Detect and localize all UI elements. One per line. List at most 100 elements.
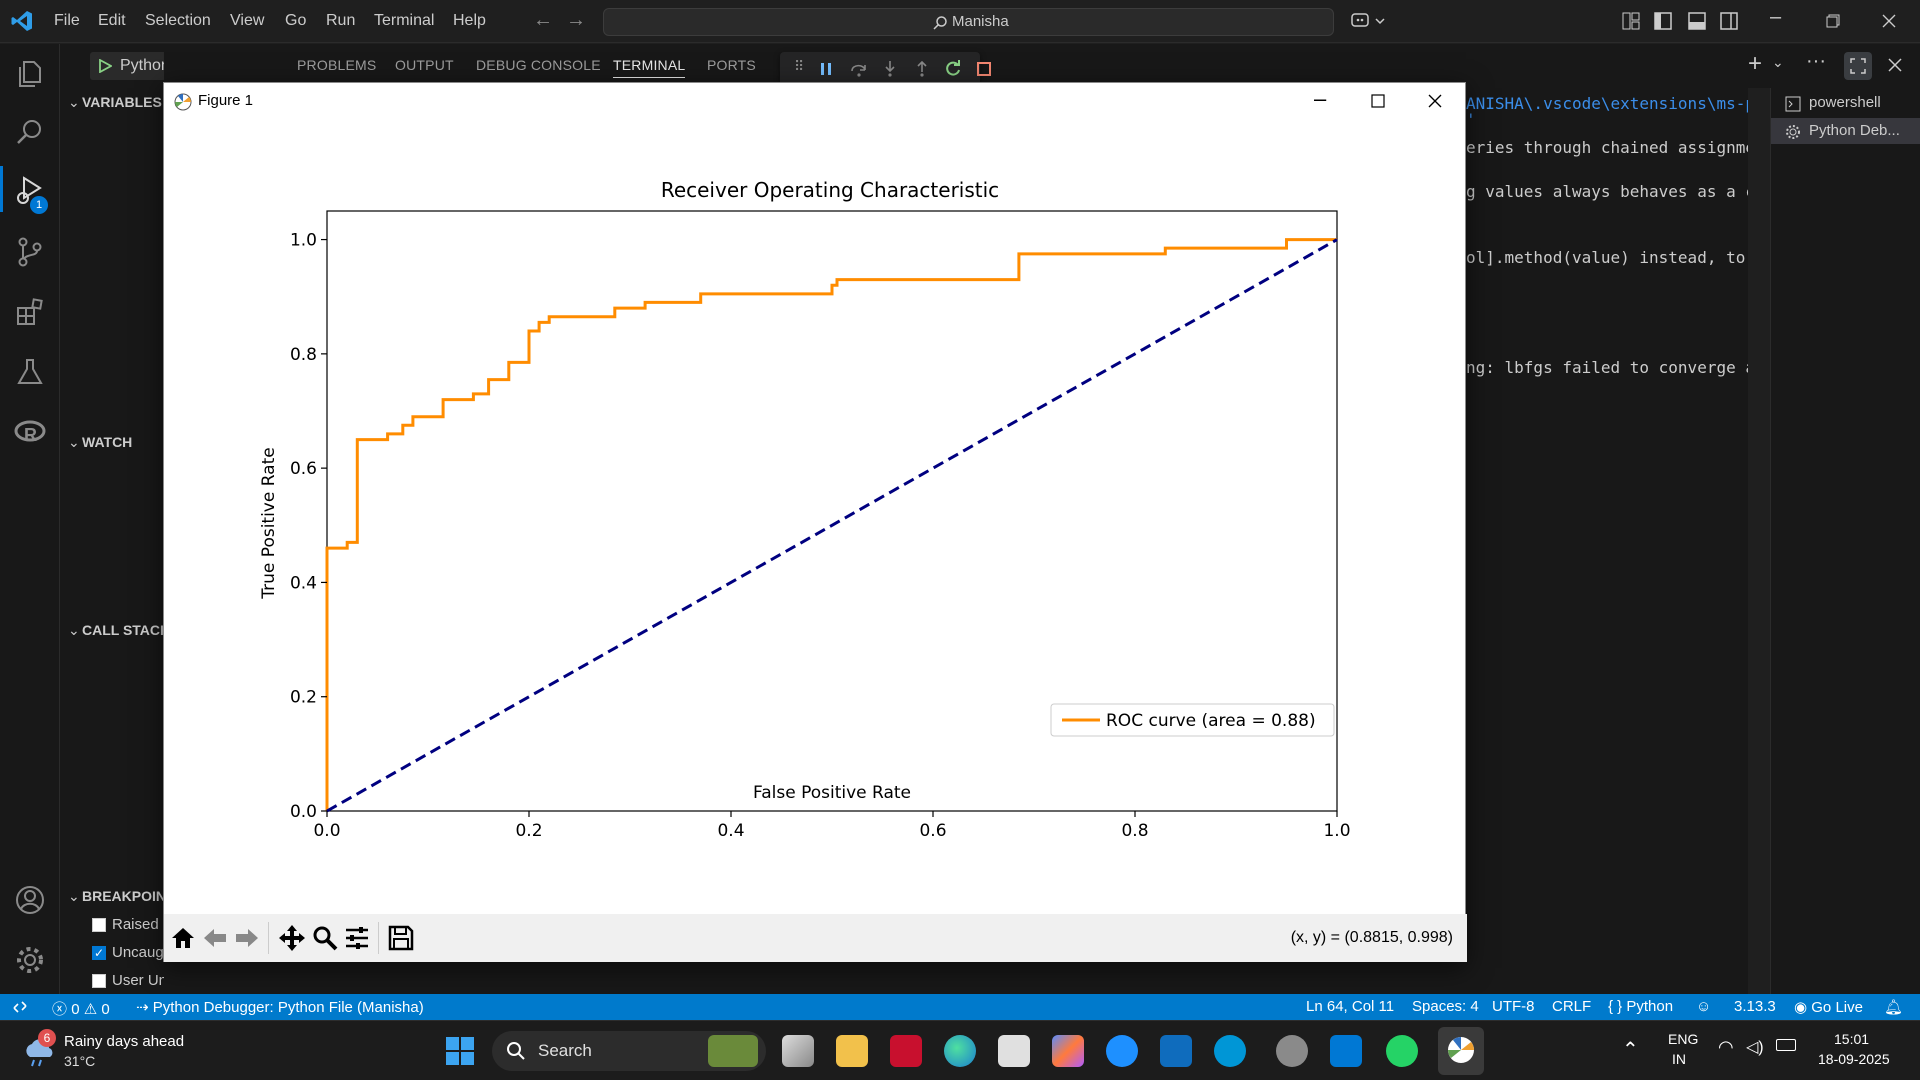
- tab-output[interactable]: OUTPUT: [395, 57, 454, 73]
- extensions-icon[interactable]: [14, 296, 46, 328]
- figure-minimize-button[interactable]: –: [1314, 86, 1326, 112]
- indentation-status[interactable]: Spaces: 4: [1412, 998, 1479, 1015]
- stop-icon[interactable]: [976, 61, 992, 77]
- breakpoints-section-header[interactable]: ⌄ BREAKPOIN: [68, 888, 166, 905]
- step-into-icon[interactable]: [882, 60, 898, 78]
- problems-status[interactable]: ⓧ 0 ⚠ 0: [52, 998, 110, 1019]
- home-icon[interactable]: [170, 926, 196, 950]
- step-over-icon[interactable]: [850, 61, 868, 77]
- hp-icon[interactable]: [1214, 1035, 1246, 1067]
- breakpoint-checkbox[interactable]: [92, 918, 106, 932]
- configure-subplots-icon[interactable]: [344, 925, 370, 951]
- matplotlib-taskbar-button-active[interactable]: [1438, 1027, 1484, 1075]
- call-stack-section-header[interactable]: ⌄ CALL STACK: [68, 622, 170, 639]
- customize-layout-icon[interactable]: [1622, 12, 1640, 30]
- whatsapp-icon[interactable]: [1386, 1035, 1418, 1067]
- accounts-icon[interactable]: [14, 884, 46, 916]
- menu-selection[interactable]: Selection: [145, 12, 211, 30]
- tab-ports[interactable]: PORTS: [707, 57, 756, 73]
- restart-icon[interactable]: [944, 60, 962, 78]
- new-terminal-plus-icon[interactable]: +: [1748, 50, 1762, 78]
- mcafee-icon[interactable]: [890, 1035, 922, 1067]
- python-version-status[interactable]: 3.13.3: [1734, 998, 1776, 1015]
- debug-target-status[interactable]: ⇢ Python Debugger: Python File (Manisha): [136, 998, 424, 1016]
- start-debugging-icon[interactable]: [98, 59, 112, 73]
- watch-section-header[interactable]: ⌄ WATCH: [68, 434, 132, 451]
- toggle-secondary-sidebar-icon[interactable]: [1720, 12, 1738, 30]
- remote-indicator-icon[interactable]: [12, 999, 28, 1015]
- menu-terminal[interactable]: Terminal: [374, 12, 434, 30]
- minimize-window-button[interactable]: –: [1770, 6, 1781, 29]
- language-top[interactable]: ENG: [1668, 1031, 1698, 1047]
- breakpoint-checkbox-checked[interactable]: ✓: [92, 946, 106, 960]
- notifications-bell-icon[interactable]: 🔔︎: [1884, 998, 1903, 1016]
- terminal-session-item[interactable]: powershell: [1771, 90, 1920, 116]
- forward-arrow-icon[interactable]: →: [566, 9, 586, 32]
- tab-problems[interactable]: PROBLEMS: [297, 57, 376, 73]
- zoom-magnifier-icon[interactable]: [312, 925, 338, 951]
- testing-flask-icon[interactable]: [14, 356, 46, 388]
- save-floppy-icon[interactable]: [388, 925, 414, 951]
- drag-handle-icon[interactable]: ⠿: [794, 58, 804, 75]
- more-actions-icon[interactable]: ···: [1806, 50, 1826, 73]
- step-out-icon[interactable]: [914, 60, 930, 78]
- microsoft-store-icon[interactable]: [998, 1035, 1030, 1067]
- go-live-status[interactable]: ◉ Go Live: [1794, 998, 1863, 1016]
- language-mode-status[interactable]: { } Python: [1608, 998, 1673, 1015]
- chevron-down-icon[interactable]: ⌄: [1772, 54, 1784, 71]
- forward-arrow-icon[interactable]: [234, 926, 260, 950]
- back-arrow-icon[interactable]: [202, 926, 228, 950]
- figure-close-button[interactable]: [1428, 94, 1442, 108]
- weather-widget[interactable]: 6 Rainy days ahead 31°C: [22, 1029, 262, 1073]
- chevron-up-icon[interactable]: ⌃: [1622, 1037, 1639, 1062]
- source-control-icon[interactable]: [14, 236, 46, 268]
- menu-run[interactable]: Run: [326, 12, 355, 30]
- windows-start-icon[interactable]: [444, 1035, 476, 1067]
- cursor-position-status[interactable]: Ln 64, Col 11: [1306, 998, 1394, 1015]
- variables-section-header[interactable]: ⌄ VARIABLES: [68, 94, 162, 111]
- menu-edit[interactable]: Edit: [98, 12, 126, 30]
- command-center-search[interactable]: Manisha: [603, 8, 1334, 36]
- back-arrow-icon[interactable]: ←: [533, 9, 553, 32]
- search-icon[interactable]: [14, 116, 46, 148]
- clock-date[interactable]: 18-09-2025: [1818, 1051, 1890, 1067]
- explorer-icon[interactable]: [14, 58, 46, 90]
- volume-icon[interactable]: ◁): [1746, 1037, 1764, 1057]
- eol-status[interactable]: CRLF: [1552, 998, 1591, 1015]
- copilot-status-icon[interactable]: ☺: [1696, 998, 1711, 1015]
- settings-gear-icon[interactable]: [1276, 1035, 1308, 1067]
- wifi-icon[interactable]: ◠: [1718, 1037, 1734, 1058]
- battery-icon[interactable]: [1776, 1039, 1796, 1051]
- restore-window-button[interactable]: [1826, 14, 1840, 28]
- tab-terminal[interactable]: TERMINAL: [613, 57, 686, 78]
- breakpoint-checkbox[interactable]: [92, 974, 106, 988]
- close-window-button[interactable]: [1882, 14, 1896, 28]
- task-view-icon[interactable]: [782, 1035, 814, 1067]
- copilot-icon[interactable]: [1350, 11, 1386, 31]
- toggle-panel-icon[interactable]: [1688, 12, 1706, 30]
- clock-time[interactable]: 15:01: [1834, 1031, 1869, 1047]
- taskbar-search-box[interactable]: Search: [492, 1031, 766, 1071]
- menu-file[interactable]: File: [54, 12, 80, 30]
- r-language-icon[interactable]: R: [14, 416, 46, 448]
- encoding-status[interactable]: UTF-8: [1492, 998, 1535, 1015]
- menu-view[interactable]: View: [230, 12, 264, 30]
- edge-browser-icon[interactable]: [944, 1035, 976, 1067]
- terminal-session-item-active[interactable]: Python Deb...: [1771, 118, 1920, 144]
- menu-help[interactable]: Help: [453, 12, 486, 30]
- gear-icon[interactable]: [14, 944, 46, 976]
- toggle-primary-sidebar-icon[interactable]: [1654, 12, 1672, 30]
- menu-go[interactable]: Go: [285, 12, 306, 30]
- vscode-taskbar-icon[interactable]: [1330, 1035, 1362, 1067]
- maximize-panel-button[interactable]: [1844, 52, 1872, 80]
- outlook-icon[interactable]: [1160, 1035, 1192, 1067]
- pan-move-icon[interactable]: [278, 924, 306, 952]
- get-help-icon[interactable]: [1106, 1035, 1138, 1067]
- close-panel-icon[interactable]: [1888, 58, 1902, 72]
- tab-debug-console[interactable]: DEBUG CONSOLE: [476, 57, 601, 73]
- file-explorer-icon[interactable]: [836, 1035, 868, 1067]
- copilot-app-icon[interactable]: [1052, 1035, 1084, 1067]
- figure-maximize-button[interactable]: [1371, 94, 1385, 108]
- language-bottom[interactable]: IN: [1672, 1051, 1686, 1067]
- pause-icon[interactable]: [818, 61, 834, 77]
